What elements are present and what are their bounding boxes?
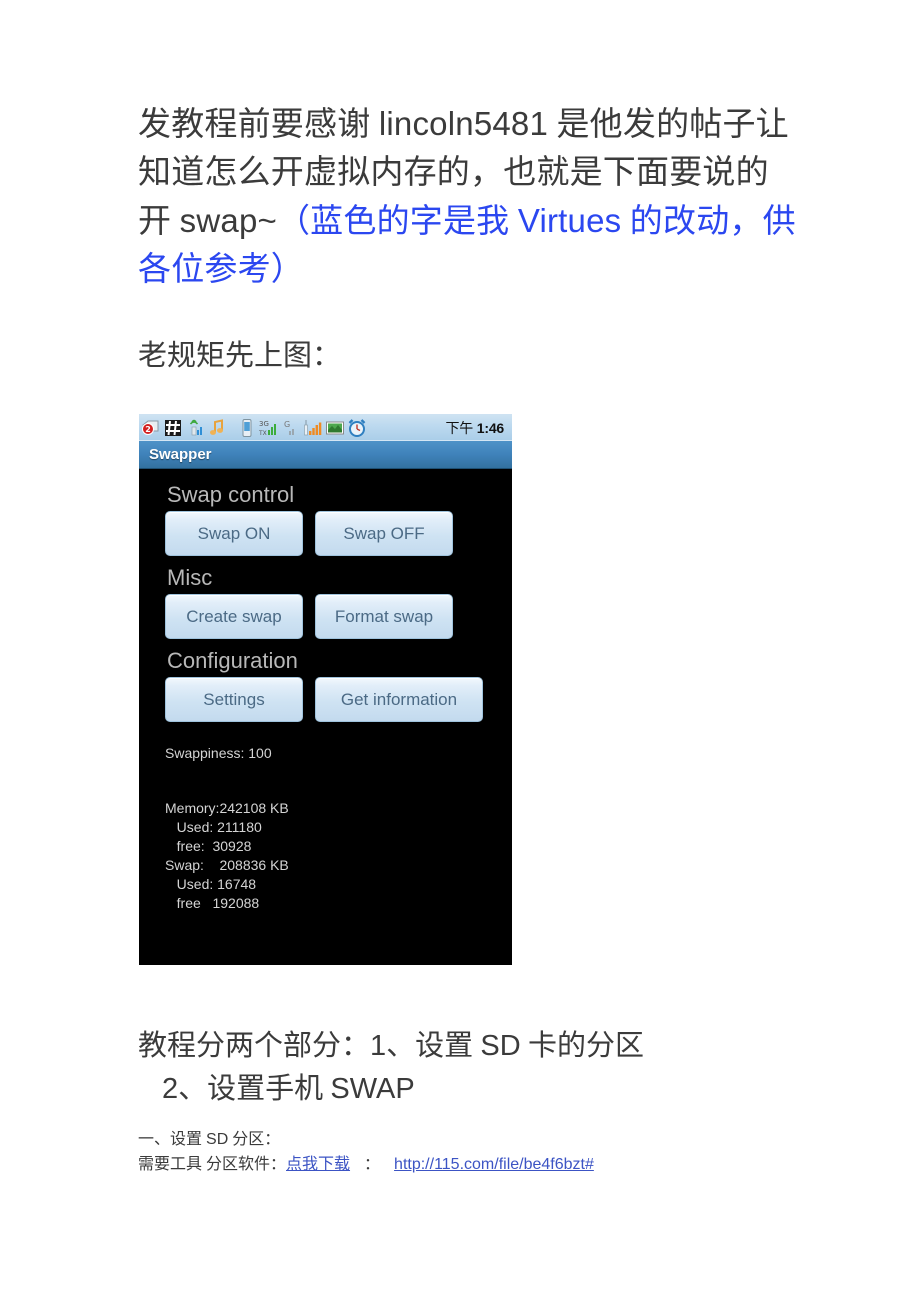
group-title-misc: Misc — [167, 565, 213, 590]
download-url-link[interactable]: http://115.com/file/be4f6bzt# — [394, 1156, 594, 1173]
swap-total: Swap: 208836 KB — [165, 857, 289, 873]
button-row-swap-control: Swap ON Swap OFF — [165, 511, 512, 564]
document-page: 发教程前要感谢 lincoln5481 是他发的帖子让知道怎么开虚拟内存的，也就… — [0, 0, 920, 1302]
intro-swap-word: swap~ — [179, 202, 277, 239]
link-separator: ： — [364, 1156, 381, 1173]
app-title: Swapper — [149, 446, 212, 463]
android-screenshot-image: 2 3G TX G 下午 1:46 Swapper Swap control S… — [139, 414, 512, 965]
svg-text:G: G — [284, 420, 290, 429]
subheading: 老规矩先上图： — [138, 340, 342, 372]
settings-button[interactable]: Settings — [165, 677, 303, 722]
alarm-clock-icon — [347, 418, 367, 438]
create-swap-button[interactable]: Create swap — [165, 594, 303, 639]
group-title-configuration: Configuration — [167, 648, 298, 673]
swappiness-value: Swappiness: 100 — [165, 745, 272, 761]
g-network-icon: G — [281, 418, 301, 438]
section-heading-swap: SWAP — [330, 1073, 415, 1105]
small-text-block: 一、设置 SD 分区： 需要工具 分区软件：点我下载 ： http://115.co… — [138, 1127, 838, 1177]
memory-info-block: Swappiness: 100 Memory:242108 KB Used: 21… — [165, 730, 512, 913]
intro-username: lincoln5481 — [378, 105, 549, 142]
download-link[interactable]: 点我下载 — [286, 1156, 350, 1173]
swap-off-button[interactable]: Swap OFF — [315, 511, 453, 556]
format-swap-button[interactable]: Format swap — [315, 594, 453, 639]
intro-blue-note-1: （蓝色的字是我 — [276, 204, 518, 240]
section-heading-line-2: 2、设置手机 SWAP — [138, 1068, 818, 1111]
sms-unread-badge-icon: 2 — [141, 418, 161, 438]
small-line-sd-partition: 一、设置 SD 分区： — [138, 1127, 838, 1152]
music-note-icon — [207, 418, 227, 438]
intro-section: 发教程前要感谢 lincoln5481 是他发的帖子让知道怎么开虚拟内存的，也就… — [138, 100, 798, 376]
3g-data-signal-icon: 3G TX — [258, 418, 279, 438]
small-line-tools: 需要工具 分区软件：点我下载 ： http://115.com/file/be4f6… — [138, 1152, 838, 1177]
section-heading: 教程分两个部分：1、设置 SD 卡的分区 2、设置手机 SWAP — [138, 1025, 818, 1111]
section-heading-part-1e: 卡的分区 — [520, 1030, 644, 1062]
group-title-swap-control: Swap control — [167, 482, 295, 507]
swap-used: Used: 16748 — [165, 876, 257, 892]
tools-prefix: 需要工具 分区软件： — [138, 1156, 287, 1173]
section-heading-sd: SD — [480, 1030, 521, 1062]
small-line-1a: 一、设置 — [138, 1131, 207, 1148]
svg-text:TX: TX — [259, 430, 267, 437]
app-title-bar: Swapper — [139, 441, 512, 469]
swap-on-button[interactable]: Swap ON — [165, 511, 303, 556]
small-line-1-sd: SD — [206, 1131, 229, 1148]
hash-keypad-icon — [163, 418, 183, 438]
get-information-button[interactable]: Get information — [315, 677, 483, 722]
intro-seg-1: 发教程前要感谢 — [138, 107, 379, 143]
button-row-misc: Create swap Format swap — [165, 594, 512, 647]
memory-total: Memory:242108 KB — [165, 800, 289, 816]
swap-free: free 192088 — [165, 895, 260, 911]
memory-free: free: 30928 — [165, 838, 252, 854]
cell-signal-icon — [303, 418, 323, 438]
section-heading-num-1: 1 — [370, 1030, 387, 1062]
button-row-configuration: Settings Get information — [165, 677, 512, 730]
clock-meridiem: 下午 — [445, 419, 474, 436]
android-status-bar: 2 3G TX G 下午 1:46 — [139, 414, 512, 441]
section-heading-prefix: 教程分两个部分： — [138, 1030, 371, 1062]
photo-gallery-icon — [325, 418, 345, 438]
info-spacer — [165, 763, 512, 799]
section-heading-part-2b: 、设置手机 — [178, 1073, 331, 1105]
memory-used: Used: 211180 — [165, 819, 262, 835]
app-content: Swap control Swap ON Swap OFF Misc Creat… — [139, 469, 512, 913]
svg-text:2: 2 — [145, 425, 151, 434]
intro-paragraph: 发教程前要感谢 lincoln5481 是他发的帖子让知道怎么开虚拟内存的，也就… — [138, 100, 798, 294]
wifi-signal-icon — [185, 418, 205, 438]
intro-blue-author: Virtues — [517, 202, 622, 239]
section-heading-part-1c: 、设置 — [386, 1030, 481, 1062]
clock-time: 1:46 — [476, 419, 504, 436]
section-heading-num-2: 2 — [162, 1073, 179, 1105]
status-bar-icon-tray: 2 3G TX G — [141, 418, 445, 438]
status-bar-clock: 下午 1:46 — [445, 418, 508, 438]
phone-device-icon — [237, 418, 257, 438]
small-line-1c: 分区： — [228, 1131, 281, 1148]
svg-text:3G: 3G — [259, 420, 269, 428]
